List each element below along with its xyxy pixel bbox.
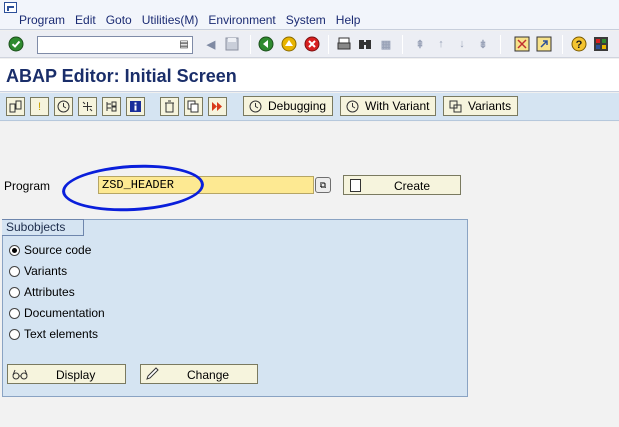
radio-source-code[interactable]: Source code [9, 243, 91, 257]
radio-text-elements-button[interactable] [9, 328, 20, 340]
radio-attributes-button[interactable] [9, 286, 20, 298]
first-page-icon[interactable]: ⇞ [412, 36, 428, 52]
other-object-icon[interactable] [6, 97, 25, 116]
radio-variants-button[interactable] [9, 265, 20, 277]
radio-text-elements-label: Text elements [24, 327, 99, 341]
change-button[interactable]: Change [140, 364, 258, 384]
copy-icon[interactable] [184, 97, 203, 116]
variants-icon [448, 99, 462, 113]
variants-button[interactable]: Variants [443, 96, 519, 116]
command-dropdown-icon[interactable]: ▤ [178, 38, 190, 52]
new-document-icon [350, 179, 361, 192]
svg-text:?: ? [576, 39, 583, 51]
debugging-label: Debugging [268, 99, 327, 113]
radio-variants-label: Variants [24, 264, 68, 278]
main-content: Program ZSD_HEADER ⧉ Create Subobjects S… [0, 122, 619, 427]
save-icon[interactable] [224, 36, 240, 52]
help-icon[interactable]: ? [571, 36, 587, 52]
command-field[interactable]: ▤ [37, 36, 193, 54]
enter-icon[interactable] [8, 36, 24, 52]
with-variant-button[interactable]: With Variant [340, 96, 437, 116]
back-icon[interactable] [258, 36, 274, 52]
radio-variants[interactable]: Variants [9, 264, 67, 278]
delete-icon[interactable] [160, 97, 179, 116]
exit-icon[interactable] [281, 36, 297, 52]
back-arrow-icon[interactable]: ◀ [203, 36, 219, 52]
menu-bar: Program Edit Goto Utilities(M) Environme… [0, 0, 619, 30]
with-variant-clock-icon [345, 99, 359, 113]
radio-source-code-label: Source code [24, 243, 92, 257]
create-button[interactable]: Create [343, 175, 461, 195]
radio-documentation[interactable]: Documentation [9, 306, 105, 320]
subobjects-title: Subobjects [2, 219, 85, 236]
program-input[interactable]: ZSD_HEADER [98, 176, 314, 194]
radio-documentation-button[interactable] [9, 307, 20, 319]
next-page-icon[interactable]: ↓ [454, 36, 470, 52]
radio-text-elements[interactable]: Text elements [9, 327, 98, 341]
object-list-icon[interactable] [102, 97, 121, 116]
create-label: Create [394, 179, 431, 193]
change-label: Change [187, 368, 230, 382]
check-icon[interactable] [54, 97, 73, 116]
menu-program[interactable]: Program [19, 13, 65, 27]
create-session-icon[interactable] [514, 36, 530, 52]
info-icon[interactable] [126, 97, 145, 116]
program-input-value: ZSD_HEADER [102, 178, 175, 192]
debugging-clock-icon [248, 99, 262, 113]
activate-icon[interactable]: ! [30, 97, 49, 116]
print-icon[interactable] [336, 36, 352, 52]
menu-environment[interactable]: Environment [208, 13, 275, 27]
menu-utilities[interactable]: Utilities(M) [142, 13, 199, 27]
shortcut-icon[interactable] [536, 36, 552, 52]
application-toolbar: ! Debugging With Variant Variants [0, 93, 619, 121]
previous-page-icon[interactable]: ↑ [433, 36, 449, 52]
system-menu-icon[interactable] [4, 2, 17, 13]
value-help-icon[interactable]: ⧉ [315, 177, 331, 193]
program-label: Program [4, 179, 51, 193]
display-button[interactable]: Display [7, 364, 126, 384]
radio-attributes[interactable]: Attributes [9, 285, 75, 299]
menu-items: Program Edit Goto Utilities(M) Environme… [19, 13, 370, 27]
execute-icon[interactable] [208, 97, 227, 116]
customize-layout-icon[interactable] [593, 36, 609, 52]
menu-edit[interactable]: Edit [75, 13, 96, 27]
subobjects-group: Subobjects Source code Variants Attribut… [2, 219, 468, 397]
display-label: Display [56, 368, 96, 382]
title-bar: ABAP Editor: Initial Screen [0, 59, 619, 92]
find-next-icon[interactable]: ▦ [378, 36, 394, 52]
standard-toolbar: ▤ ◀ ▦ ⇞ ↑ ↓ ⇟ ? [0, 31, 619, 58]
radio-attributes-label: Attributes [24, 285, 75, 299]
radio-documentation-label: Documentation [24, 306, 105, 320]
where-used-icon[interactable] [78, 97, 97, 116]
cancel-icon[interactable] [304, 36, 320, 52]
menu-help[interactable]: Help [336, 13, 361, 27]
menu-system[interactable]: System [286, 13, 326, 27]
last-page-icon[interactable]: ⇟ [475, 36, 491, 52]
radio-source-code-button[interactable] [9, 244, 20, 256]
menu-goto[interactable]: Goto [106, 13, 132, 27]
glasses-icon [12, 367, 28, 381]
find-icon[interactable] [357, 36, 373, 52]
pencil-icon [145, 367, 161, 381]
variants-label: Variants [468, 99, 512, 113]
with-variant-label: With Variant [365, 99, 430, 113]
debugging-button[interactable]: Debugging [243, 96, 334, 116]
page-title: ABAP Editor: Initial Screen [6, 66, 237, 86]
